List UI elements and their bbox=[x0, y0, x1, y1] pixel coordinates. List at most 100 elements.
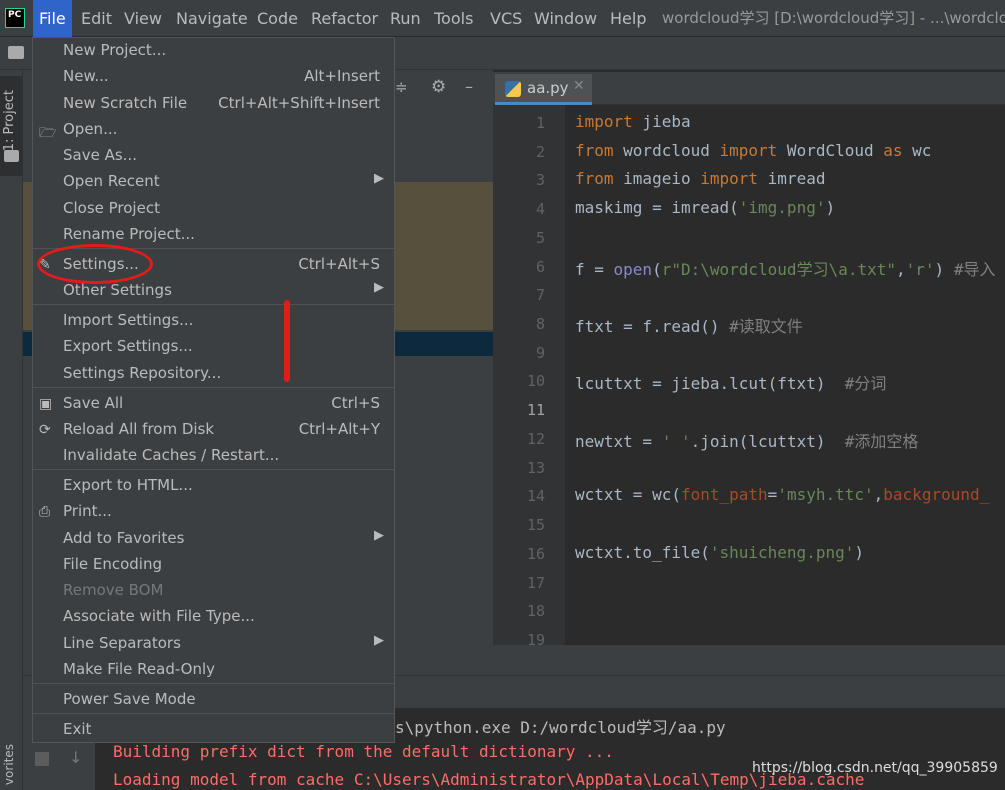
menu-run[interactable]: Run bbox=[384, 0, 427, 37]
menu-item-exit[interactable]: Exit bbox=[33, 717, 394, 743]
menu-item-label: Exit bbox=[63, 720, 92, 738]
menu-item-label: Export to HTML... bbox=[63, 476, 193, 494]
reload-icon: ⟳ bbox=[39, 422, 51, 438]
line-number: 9 bbox=[535, 344, 545, 362]
menu-item-label: File Encoding bbox=[63, 555, 162, 573]
gear-icon[interactable]: ⚙ bbox=[431, 77, 446, 97]
menu-item-import-settings[interactable]: Import Settings... bbox=[33, 308, 394, 334]
python-file-icon bbox=[505, 81, 521, 97]
menu-item-label: Rename Project... bbox=[63, 225, 195, 243]
window-title: wordcloud学习 [D:\wordcloud学习] - ...\wordc… bbox=[662, 9, 1005, 27]
menu-item-power-save-mode[interactable]: Power Save Mode bbox=[33, 687, 394, 713]
menu-item-save-as[interactable]: Save As... bbox=[33, 143, 394, 169]
line-number: 17 bbox=[526, 574, 545, 592]
tab-label: aa.py bbox=[527, 79, 569, 97]
code-line: from wordcloud import WordCloud as wc bbox=[575, 141, 932, 160]
red-circle-annotation bbox=[37, 244, 153, 284]
collapse-icon[interactable]: ≑ bbox=[395, 78, 408, 96]
line-numbers: 1 2 3 4 5 6 7 8 9 10 11 12 13 14 15 16 1… bbox=[493, 105, 545, 649]
menu-navigate[interactable]: Navigate bbox=[170, 0, 254, 37]
menu-item-close-project[interactable]: Close Project bbox=[33, 196, 394, 222]
line-number: 5 bbox=[535, 229, 545, 247]
watermark-text: https://blog.csdn.net/qq_39905859 bbox=[752, 760, 998, 776]
left-tool-strip bbox=[0, 70, 23, 790]
submenu-arrow-icon: ▶ bbox=[374, 280, 384, 295]
menu-item-label: Invalidate Caches / Restart... bbox=[63, 446, 280, 464]
menu-help[interactable]: Help bbox=[604, 0, 652, 37]
minimize-icon[interactable]: – bbox=[465, 77, 473, 96]
code-line: import jieba bbox=[575, 112, 691, 131]
menu-item-new[interactable]: New... Alt+Insert bbox=[33, 64, 394, 90]
tab-aa-py[interactable]: aa.py ✕ bbox=[495, 74, 592, 105]
menu-item-label: Import Settings... bbox=[63, 311, 194, 329]
menu-separator bbox=[33, 713, 394, 714]
menu-item-add-to-favorites[interactable]: Add to Favorites ▶ bbox=[33, 526, 394, 552]
line-number: 3 bbox=[535, 171, 545, 189]
menu-vcs[interactable]: VCS bbox=[484, 0, 528, 37]
menu-item-shortcut: Ctrl+Alt+Shift+Insert bbox=[218, 94, 380, 112]
line-number: 1 bbox=[535, 114, 545, 132]
menu-item-export-to-html[interactable]: Export to HTML... bbox=[33, 473, 394, 499]
menu-item-remove-bom: Remove BOM bbox=[33, 578, 394, 604]
file-menu-dropdown: New Project... New... Alt+Insert New Scra… bbox=[32, 37, 395, 743]
line-number: 10 bbox=[526, 372, 545, 390]
menu-bar: PC File Edit View Navigate Code Refactor… bbox=[0, 0, 1005, 37]
menu-item-associate-file-type[interactable]: Associate with File Type... bbox=[33, 604, 394, 630]
code-line: f = open(r"D:\wordcloud学习\a.txt",'r') #导… bbox=[575, 260, 996, 279]
menu-item-label: New Project... bbox=[63, 41, 167, 59]
menu-item-export-settings[interactable]: Export Settings... bbox=[33, 334, 394, 360]
menu-separator bbox=[33, 304, 394, 305]
menu-item-label: Associate with File Type... bbox=[63, 607, 255, 625]
menu-item-settings-repository[interactable]: Settings Repository... bbox=[33, 361, 394, 387]
menu-item-new-project[interactable]: New Project... bbox=[33, 38, 394, 64]
menu-item-open-recent[interactable]: Open Recent ▶ bbox=[33, 169, 394, 195]
menu-refactor[interactable]: Refactor bbox=[305, 0, 384, 37]
project-tab-label: 1: Project bbox=[2, 90, 17, 152]
arrow-down-icon[interactable]: ↓ bbox=[69, 748, 82, 767]
code-line: wctxt.to_file('shuicheng.png') bbox=[575, 543, 864, 562]
code-line: from imageio import imread bbox=[575, 169, 826, 188]
menu-item-reload-all[interactable]: ⟳ Reload All from Disk Ctrl+Alt+Y bbox=[33, 417, 394, 443]
stop-icon[interactable] bbox=[35, 752, 49, 766]
menu-item-open[interactable]: 🗁 Open... bbox=[33, 117, 394, 143]
menu-view[interactable]: View bbox=[118, 0, 168, 37]
menu-item-line-separators[interactable]: Line Separators ▶ bbox=[33, 631, 394, 657]
editor-bottom-gap bbox=[493, 645, 1005, 675]
code-editor[interactable]: import jieba from wordcloud import WordC… bbox=[565, 105, 1005, 645]
menu-item-invalidate-caches[interactable]: Invalidate Caches / Restart... bbox=[33, 443, 394, 469]
menu-item-make-read-only[interactable]: Make File Read-Only bbox=[33, 657, 394, 683]
menu-item-label: Save All bbox=[63, 394, 124, 412]
menu-item-label: Open Recent bbox=[63, 172, 160, 190]
printer-icon: ⎙ bbox=[39, 504, 51, 520]
menu-item-label: Reload All from Disk bbox=[63, 420, 215, 438]
code-line: maskimg = imread('img.png') bbox=[575, 198, 836, 217]
menu-item-print[interactable]: ⎙ Print... bbox=[33, 499, 394, 525]
menu-item-label: Export Settings... bbox=[63, 337, 193, 355]
menu-item-label: Save As... bbox=[63, 146, 137, 164]
menu-separator bbox=[33, 387, 394, 388]
menu-code[interactable]: Code bbox=[251, 0, 304, 37]
menu-item-new-scratch-file[interactable]: New Scratch File Ctrl+Alt+Shift+Insert bbox=[33, 91, 394, 117]
menu-item-label: Make File Read-Only bbox=[63, 660, 216, 678]
menu-item-save-all[interactable]: ▣ Save All Ctrl+S bbox=[33, 391, 394, 417]
menu-item-label: Close Project bbox=[63, 199, 160, 217]
code-line: wctxt = wc(font_path='msyh.ttc',backgrou… bbox=[575, 485, 990, 504]
menu-item-label: New Scratch File bbox=[63, 94, 188, 112]
line-number: 12 bbox=[526, 430, 545, 448]
menu-separator bbox=[33, 683, 394, 684]
menu-file[interactable]: File bbox=[33, 0, 72, 37]
menu-tools[interactable]: Tools bbox=[428, 0, 479, 37]
menu-item-label: Settings Repository... bbox=[63, 364, 222, 382]
line-number: 2 bbox=[535, 143, 545, 161]
menu-window[interactable]: Window bbox=[528, 0, 603, 37]
line-number: 18 bbox=[526, 602, 545, 620]
close-icon[interactable]: ✕ bbox=[573, 78, 585, 94]
project-panel-header: ≑ ⚙ – bbox=[395, 72, 493, 105]
menu-edit[interactable]: Edit bbox=[75, 0, 118, 37]
folder-icon bbox=[4, 150, 19, 162]
line-number: 11 bbox=[526, 401, 545, 419]
menu-item-file-encoding[interactable]: File Encoding bbox=[33, 552, 394, 578]
favorites-tab-label[interactable]: vorites bbox=[2, 744, 16, 785]
line-number: 7 bbox=[535, 286, 545, 304]
red-line-annotation bbox=[284, 300, 290, 382]
